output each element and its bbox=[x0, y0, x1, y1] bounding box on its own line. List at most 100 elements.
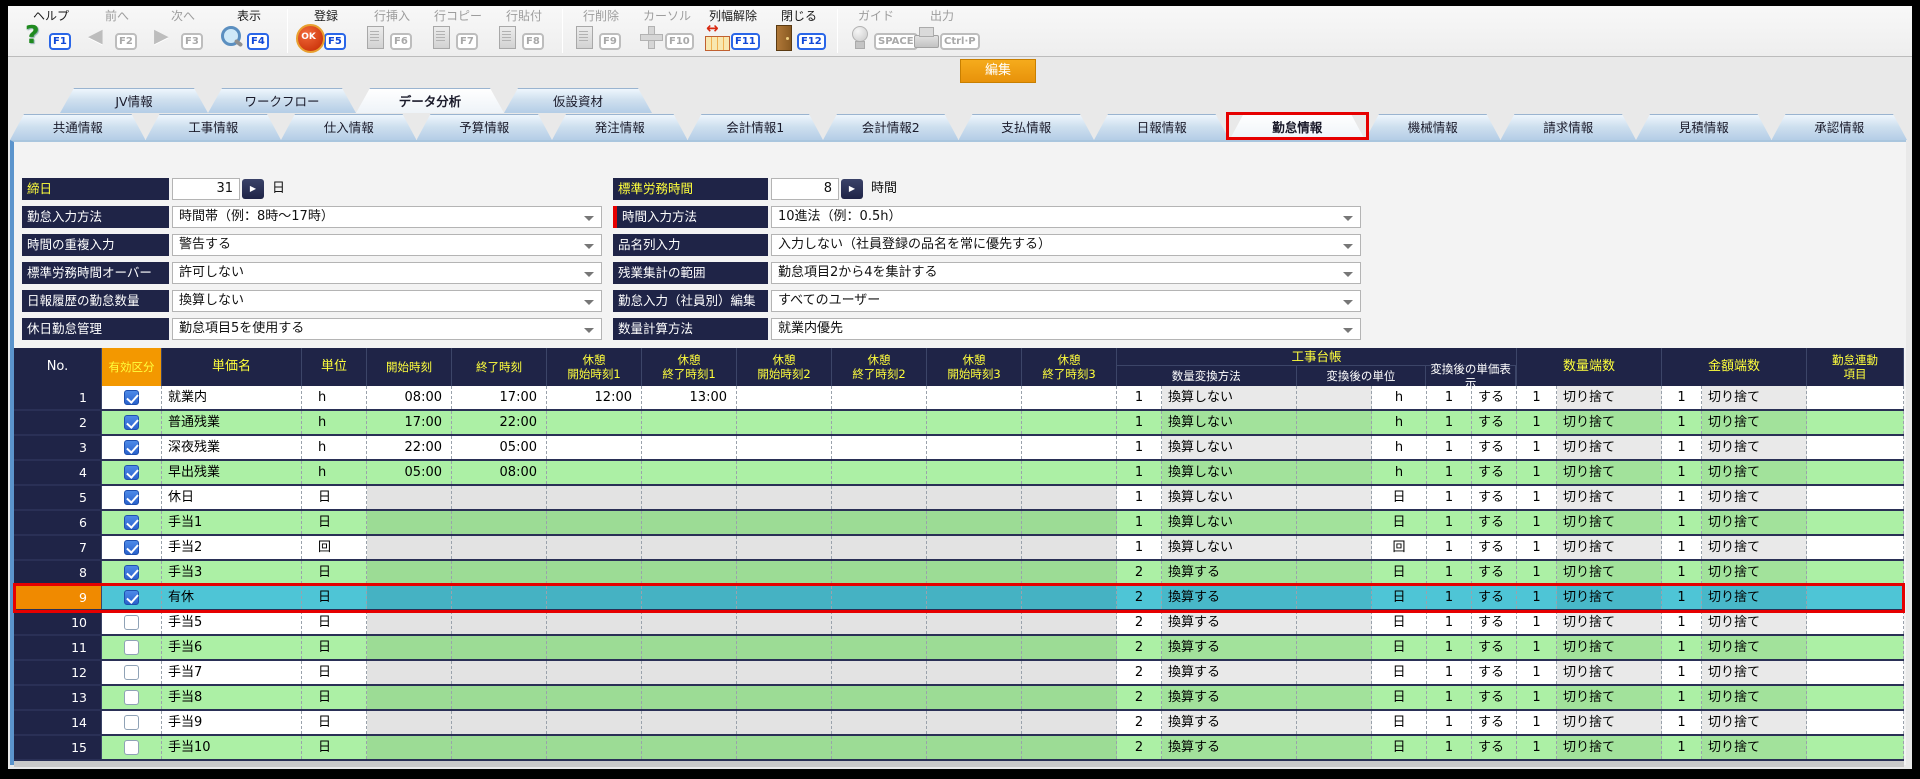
break3-start bbox=[927, 486, 1022, 509]
amt-rounding-code: 1 bbox=[1662, 611, 1702, 634]
enabled-checkbox[interactable] bbox=[124, 540, 139, 555]
numeric-input[interactable]: 31 bbox=[172, 178, 240, 200]
dropdown[interactable]: 10進法（例：0.5h） bbox=[771, 206, 1361, 228]
toolbar-button-label: 前へ bbox=[84, 9, 150, 24]
toolbar-button-f11[interactable]: 列幅解除F11 bbox=[700, 6, 766, 56]
break2-start bbox=[737, 436, 832, 459]
enabled-checkbox[interactable] bbox=[124, 515, 139, 530]
field-label: 標準労務時間 bbox=[613, 178, 768, 200]
inner-tab-8[interactable]: 日報情報 bbox=[1094, 114, 1230, 140]
inner-tab-5[interactable]: 会計情報1 bbox=[688, 114, 824, 140]
dropdown[interactable]: 換算しない bbox=[172, 290, 602, 312]
enabled-checkbox[interactable] bbox=[124, 740, 139, 755]
conversion-code: 2 bbox=[1117, 711, 1162, 734]
table-row-1[interactable]: 1就業内h08:0017:0012:0013:001換算しないh1する1切り捨て… bbox=[14, 386, 1904, 411]
enabled-checkbox[interactable] bbox=[124, 690, 139, 705]
break3-start bbox=[927, 661, 1022, 684]
table-row-3[interactable]: 3深夜残業h22:0005:001換算しないh1する1切り捨て1切り捨て bbox=[14, 436, 1904, 461]
price-display-code: 1 bbox=[1427, 661, 1472, 684]
chevron-down-icon bbox=[1343, 272, 1353, 282]
outer-tab-2[interactable]: データ分析 bbox=[356, 88, 504, 113]
inner-tab-4[interactable]: 発注情報 bbox=[552, 114, 688, 140]
chevron-down-icon bbox=[1343, 300, 1353, 310]
enabled-checkbox[interactable] bbox=[124, 665, 139, 680]
form-row: 標準労務時間オーバー許可しない bbox=[22, 262, 602, 284]
enabled-checkbox[interactable] bbox=[124, 590, 139, 605]
inner-tab-7[interactable]: 支払情報 bbox=[959, 114, 1095, 140]
enabled-checkbox[interactable] bbox=[124, 415, 139, 430]
dropdown[interactable]: 入力しない（社員登録の品名を常に優先する） bbox=[771, 234, 1361, 256]
spin-button[interactable]: ▶ bbox=[242, 179, 264, 199]
enabled-checkbox[interactable] bbox=[124, 465, 139, 480]
inner-tab-9[interactable]: 勤怠情報 bbox=[1230, 114, 1366, 140]
toolbar-button-f1[interactable]: ヘルプF1 bbox=[18, 6, 84, 56]
enabled-checkbox[interactable] bbox=[124, 390, 139, 405]
edit-button[interactable]: 編集 bbox=[960, 59, 1036, 83]
enabled-checkbox[interactable] bbox=[124, 565, 139, 580]
inner-tab-2[interactable]: 仕入情報 bbox=[281, 114, 417, 140]
dropdown[interactable]: 時間帯（例：8時～17時） bbox=[172, 206, 602, 228]
table-row-10[interactable]: 10手当5日2換算する日1する1切り捨て1切り捨て bbox=[14, 611, 1904, 636]
dropdown[interactable]: 警告する bbox=[172, 234, 602, 256]
dropdown[interactable]: すべてのユーザー bbox=[771, 290, 1361, 312]
table-row-4[interactable]: 4早出残業h05:0008:001換算しないh1する1切り捨て1切り捨て bbox=[14, 461, 1904, 486]
toolbar-button-f5[interactable]: 登録F5 bbox=[293, 6, 359, 56]
row-insert-icon bbox=[361, 24, 389, 51]
outer-tab-3[interactable]: 仮設資材 bbox=[504, 88, 652, 113]
dropdown[interactable]: 許可しない bbox=[172, 262, 602, 284]
break1-start bbox=[547, 586, 642, 609]
end-time bbox=[452, 561, 547, 584]
table-row-13[interactable]: 13手当8日2換算する日1する1切り捨て1切り捨て bbox=[14, 686, 1904, 711]
inner-tab-6[interactable]: 会計情報2 bbox=[823, 114, 959, 140]
amt-rounding-value: 切り捨て bbox=[1702, 636, 1807, 659]
outer-tab-0[interactable]: JV情報 bbox=[60, 88, 208, 113]
table-row-5[interactable]: 5休日日1換算しない日1する1切り捨て1切り捨て bbox=[14, 486, 1904, 511]
row-number: 13 bbox=[14, 686, 102, 709]
dropdown[interactable]: 就業内優先 bbox=[771, 318, 1361, 340]
unit-cell: h bbox=[302, 386, 367, 409]
inner-tab-11[interactable]: 請求情報 bbox=[1501, 114, 1637, 140]
enabled-checkbox[interactable] bbox=[124, 615, 139, 630]
converted-unit: 日 bbox=[1372, 486, 1427, 509]
table-row-14[interactable]: 14手当9日2換算する日1する1切り捨て1切り捨て bbox=[14, 711, 1904, 736]
col-header-break-3: 休憩開始時刻2 bbox=[737, 348, 832, 386]
conversion-name: 換算しない bbox=[1162, 511, 1297, 534]
form-row: 標準労務時間8▶時間 bbox=[613, 178, 1361, 200]
field-label: 日報履歴の勤怠数量 bbox=[22, 290, 169, 312]
row-number: 3 bbox=[14, 436, 102, 459]
attendance-link-cell bbox=[1807, 436, 1904, 459]
toolbar-button-f4[interactable]: 表示F4 bbox=[216, 6, 282, 56]
enabled-cell bbox=[102, 686, 162, 709]
table-row-6[interactable]: 6手当1日1換算しない日1する1切り捨て1切り捨て bbox=[14, 511, 1904, 536]
table-row-15[interactable]: 15手当10日2換算する日1する1切り捨て1切り捨て bbox=[14, 736, 1904, 761]
table-row-8[interactable]: 8手当3日2換算する日1する1切り捨て1切り捨て bbox=[14, 561, 1904, 586]
converted-unit-spacer bbox=[1297, 461, 1372, 484]
tab-label: 仕入情報 bbox=[281, 114, 417, 140]
spin-button[interactable]: ▶ bbox=[841, 179, 863, 199]
inner-tab-12[interactable]: 見積情報 bbox=[1636, 114, 1772, 140]
enabled-checkbox[interactable] bbox=[124, 640, 139, 655]
inner-tab-13[interactable]: 承認情報 bbox=[1772, 114, 1908, 140]
attendance-link-cell bbox=[1807, 536, 1904, 559]
dropdown[interactable]: 勤怠項目5を使用する bbox=[172, 318, 602, 340]
table-row-9[interactable]: 9有休日2換算する日1する1切り捨て1切り捨て bbox=[14, 586, 1904, 611]
enabled-cell bbox=[102, 586, 162, 609]
inner-tab-3[interactable]: 予算情報 bbox=[417, 114, 553, 140]
toolbar-button-label: 次へ bbox=[150, 9, 216, 24]
table-row-12[interactable]: 12手当7日2換算する日1する1切り捨て1切り捨て bbox=[14, 661, 1904, 686]
enabled-checkbox[interactable] bbox=[124, 715, 139, 730]
table-row-2[interactable]: 2普通残業h17:0022:001換算しないh1する1切り捨て1切り捨て bbox=[14, 411, 1904, 436]
inner-tab-1[interactable]: 工事情報 bbox=[146, 114, 282, 140]
dropdown[interactable]: 勤怠項目2から4を集計する bbox=[771, 262, 1361, 284]
field-label: 休日勤怠管理 bbox=[22, 318, 169, 340]
inner-tab-0[interactable]: 共通情報 bbox=[10, 114, 146, 140]
table-row-11[interactable]: 11手当6日2換算する日1する1切り捨て1切り捨て bbox=[14, 636, 1904, 661]
inner-tab-10[interactable]: 機械情報 bbox=[1365, 114, 1501, 140]
table-row-7[interactable]: 7手当2回1換算しない回1する1切り捨て1切り捨て bbox=[14, 536, 1904, 561]
conversion-code: 2 bbox=[1117, 661, 1162, 684]
enabled-checkbox[interactable] bbox=[124, 440, 139, 455]
numeric-input[interactable]: 8 bbox=[771, 178, 839, 200]
outer-tab-1[interactable]: ワークフロー bbox=[208, 88, 356, 113]
toolbar-button-f12[interactable]: 閉じるF12 bbox=[766, 6, 832, 56]
enabled-checkbox[interactable] bbox=[124, 490, 139, 505]
